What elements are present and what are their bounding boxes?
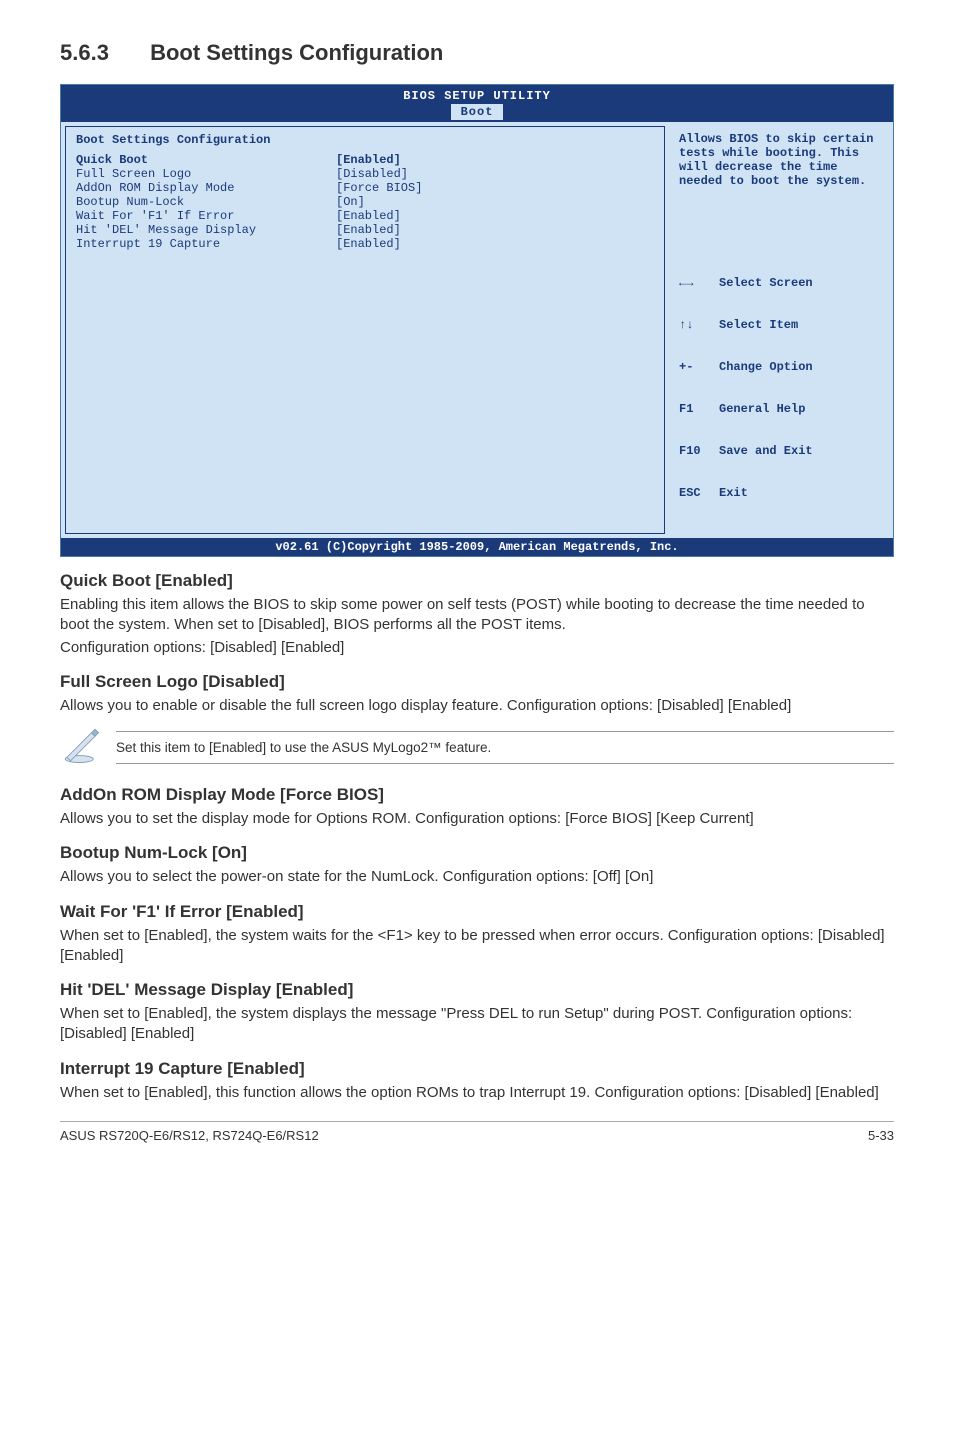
- bios-key: ←→: [679, 276, 719, 290]
- bios-item: Interrupt 19 Capture [Enabled]: [76, 237, 654, 251]
- bios-footer: v02.61 (C)Copyright 1985-2009, American …: [61, 538, 893, 556]
- bios-key-text: General Help: [719, 402, 805, 416]
- bios-key-text: Change Option: [719, 360, 813, 374]
- bios-key-text: Save and Exit: [719, 444, 813, 458]
- subheading-quickboot: Quick Boot [Enabled]: [60, 571, 894, 591]
- bios-key: ESC: [679, 486, 719, 500]
- bios-key-text: Select Screen: [719, 276, 813, 290]
- bios-left-panel: Boot Settings Configuration Quick Boot […: [65, 126, 665, 534]
- bios-key-legend: ←→Select Screen ↑↓Select Item +-Change O…: [679, 248, 879, 528]
- subheading-fullscreen: Full Screen Logo [Disabled]: [60, 672, 894, 692]
- body-text: When set to [Enabled], the system waits …: [60, 926, 894, 967]
- bios-item: AddOn ROM Display Mode [Force BIOS]: [76, 181, 654, 195]
- bios-item-value: [Force BIOS]: [336, 181, 422, 195]
- bios-screenshot: BIOS SETUP UTILITY Boot Boot Settings Co…: [60, 84, 894, 557]
- bios-item-label: Quick Boot: [76, 153, 336, 167]
- bios-item-label: AddOn ROM Display Mode: [76, 181, 336, 195]
- note-icon: [60, 724, 110, 771]
- body-text: When set to [Enabled], the system displa…: [60, 1004, 894, 1045]
- body-text: Enabling this item allows the BIOS to sk…: [60, 595, 894, 636]
- page-footer: ASUS RS720Q-E6/RS12, RS724Q-E6/RS12 5-33: [60, 1121, 894, 1143]
- subheading-waitf1: Wait For 'F1' If Error [Enabled]: [60, 902, 894, 922]
- footer-right: 5-33: [868, 1128, 894, 1143]
- bios-item-value: [On]: [336, 195, 365, 209]
- body-text: Configuration options: [Disabled] [Enabl…: [60, 638, 894, 658]
- bios-header: BIOS SETUP UTILITY Boot: [61, 85, 893, 122]
- bios-item-value: [Enabled]: [336, 237, 401, 251]
- bios-item-value: [Disabled]: [336, 167, 408, 181]
- bios-key: +-: [679, 360, 719, 374]
- body-text: Allows you to enable or disable the full…: [60, 696, 894, 716]
- subheading-hitdel: Hit 'DEL' Message Display [Enabled]: [60, 980, 894, 1000]
- bios-item-label: Interrupt 19 Capture: [76, 237, 336, 251]
- section-number: 5.6.3: [60, 40, 109, 66]
- section-title: Boot Settings Configuration: [150, 40, 443, 65]
- body-text: Allows you to set the display mode for O…: [60, 809, 894, 829]
- bios-item-label: Full Screen Logo: [76, 167, 336, 181]
- bios-item-label: Wait For 'F1' If Error: [76, 209, 336, 223]
- footer-left: ASUS RS720Q-E6/RS12, RS724Q-E6/RS12: [60, 1128, 319, 1143]
- bios-item: Bootup Num-Lock [On]: [76, 195, 654, 209]
- bios-item: Full Screen Logo [Disabled]: [76, 167, 654, 181]
- bios-tab-boot: Boot: [451, 104, 504, 120]
- bios-item-label: Bootup Num-Lock: [76, 195, 336, 209]
- bios-key: F10: [679, 444, 719, 458]
- bios-item-label: Hit 'DEL' Message Display: [76, 223, 336, 237]
- note-text: Set this item to [Enabled] to use the AS…: [116, 731, 894, 764]
- bios-item: Hit 'DEL' Message Display [Enabled]: [76, 223, 654, 237]
- bios-help-text: Allows BIOS to skip certain tests while …: [679, 132, 879, 188]
- bios-item: Quick Boot [Enabled]: [76, 153, 654, 167]
- bios-item: Wait For 'F1' If Error [Enabled]: [76, 209, 654, 223]
- bios-item-value: [Enabled]: [336, 209, 401, 223]
- note-callout: Set this item to [Enabled] to use the AS…: [60, 724, 894, 771]
- bios-header-title: BIOS SETUP UTILITY: [61, 89, 893, 103]
- section-heading: 5.6.3 Boot Settings Configuration: [60, 40, 894, 66]
- bios-panel-title: Boot Settings Configuration: [76, 133, 654, 147]
- subheading-int19: Interrupt 19 Capture [Enabled]: [60, 1059, 894, 1079]
- bios-key-text: Exit: [719, 486, 748, 500]
- bios-key-text: Select Item: [719, 318, 798, 332]
- body-text: When set to [Enabled], this function all…: [60, 1083, 894, 1103]
- subheading-numlock: Bootup Num-Lock [On]: [60, 843, 894, 863]
- bios-right-panel: Allows BIOS to skip certain tests while …: [669, 126, 889, 534]
- bios-item-value: [Enabled]: [336, 153, 401, 167]
- bios-item-value: [Enabled]: [336, 223, 401, 237]
- body-text: Allows you to select the power-on state …: [60, 867, 894, 887]
- bios-key: F1: [679, 402, 719, 416]
- subheading-addon: AddOn ROM Display Mode [Force BIOS]: [60, 785, 894, 805]
- bios-key: ↑↓: [679, 318, 719, 332]
